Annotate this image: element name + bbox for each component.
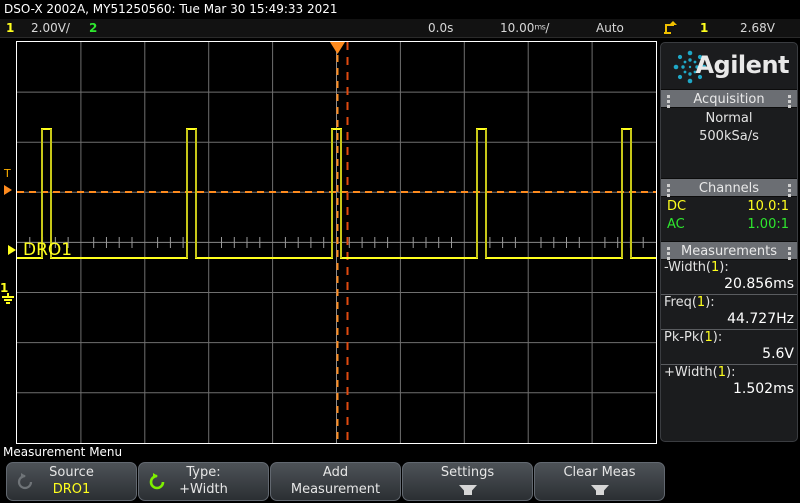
measurement-label-end: ): <box>719 260 729 275</box>
timebase-value: 10.00 <box>500 21 535 35</box>
waveform-label-dro1: DRO1 <box>23 240 72 260</box>
channel-1-ground-marker-icon[interactable] <box>8 245 16 255</box>
softkey-source[interactable]: Source DRO1 <box>6 462 137 501</box>
measurement-label-end: ): <box>726 365 736 380</box>
channels-section-body: DC 10.0:1 AC 1.00:1 <box>661 197 797 241</box>
channel-probe-row-ac[interactable]: AC 1.00:1 <box>665 217 793 235</box>
trigger-level-marker-icon[interactable] <box>4 185 12 195</box>
channel-1-scale[interactable]: 2.00V/ <box>31 21 70 35</box>
drag-grip-right-icon <box>788 184 791 197</box>
measurement-label-end: ): <box>705 295 715 310</box>
sidebar-panel: Agilent Acquisition Normal 500kSa/s Chan… <box>660 42 798 442</box>
channels-header-label: Channels <box>698 181 760 196</box>
down-arrow-icon <box>458 485 477 495</box>
acquisition-section-body: Normal 500kSa/s <box>661 108 797 178</box>
measurement-value: 20.856ms <box>724 276 794 292</box>
softkey-source-value: DRO1 <box>52 482 91 497</box>
measurement-label-end: ): <box>712 330 723 345</box>
left-marker-gutter: T 1 <box>0 41 16 444</box>
softkey-type[interactable]: Type: +Width <box>138 462 269 501</box>
measurement-value: 44.727Hz <box>727 311 794 327</box>
channel-probe-ratio-dc: 10.0:1 <box>747 199 789 214</box>
trigger-position-label: T <box>4 167 11 180</box>
softkey-source-label: Source <box>49 465 94 480</box>
measurement-label-start: -Width( <box>664 260 712 275</box>
drag-grip-left-icon <box>667 184 670 197</box>
acquisition-section-header[interactable]: Acquisition <box>661 89 797 108</box>
channel-coupling-dc: DC <box>667 199 687 214</box>
channel-coupling-ac: AC <box>667 217 685 232</box>
channel-2-indicator[interactable]: 2 <box>89 21 97 35</box>
measurement-row[interactable]: +Width(1): 1.502ms <box>661 364 797 399</box>
horizontal-timebase[interactable]: 10.00ms/ <box>500 21 549 35</box>
trigger-level[interactable]: 2.68V <box>740 21 775 35</box>
trigger-position-marker-icon <box>330 42 345 54</box>
sweep-mode[interactable]: Auto <box>596 21 624 35</box>
channel-probe-ratio-ac: 1.00:1 <box>747 217 789 232</box>
softkey-add-label-line2: Measurement <box>290 482 381 497</box>
measurement-row[interactable]: Pk-Pk(1): 5.6V <box>661 329 797 364</box>
rising-edge-icon <box>664 20 678 38</box>
measurement-row[interactable]: Freq(1): 44.727Hz <box>661 294 797 329</box>
softkey-add-label-line1: Add <box>322 465 349 480</box>
acquisition-mode: Normal <box>705 111 753 126</box>
measurements-list: -Width(1): 20.856ms Freq(1): 44.727Hz Pk… <box>661 260 797 399</box>
softkey-settings-label: Settings <box>440 465 495 480</box>
timebase-slash: / <box>545 21 550 35</box>
brand-name: Agilent <box>695 51 789 79</box>
menu-title: Measurement Menu <box>3 445 123 459</box>
drag-grip-left-icon <box>667 247 670 260</box>
softkey-clear-meas-label: Clear Meas <box>563 465 636 480</box>
softkey-type-label: Type: <box>186 465 221 480</box>
measurement-value: 1.502ms <box>732 381 794 397</box>
trigger-source[interactable]: 1 <box>700 21 708 35</box>
softkey-settings[interactable]: Settings <box>402 462 533 501</box>
measurements-header-label: Measurements <box>680 244 778 259</box>
measurement-source: 1 <box>704 330 713 345</box>
horizontal-delay[interactable]: 0.0s <box>428 21 453 35</box>
measurement-label-start: +Width( <box>664 365 718 380</box>
drag-grip-right-icon <box>788 95 791 108</box>
waveform-svg: DRO1 <box>17 42 656 443</box>
brand-logo: Agilent <box>661 43 797 89</box>
channel-1-indicator[interactable]: 1 <box>6 21 14 35</box>
measurement-row[interactable]: -Width(1): 20.856ms <box>661 260 797 294</box>
measurement-label: Freq(1): <box>664 295 794 311</box>
drag-grip-right-icon <box>788 247 791 260</box>
softkey-bar: Source DRO1 Type: +Width Add Measurement… <box>0 462 800 503</box>
softkey-clear-meas[interactable]: Clear Meas <box>534 462 665 501</box>
ground-symbol-icon <box>2 293 14 304</box>
measurement-label-start: Pk-Pk( <box>664 330 705 345</box>
measurement-label-start: Freq( <box>664 295 697 310</box>
softkey-type-value: +Width <box>179 482 228 497</box>
measurement-value: 5.6V <box>762 346 794 362</box>
acquisition-sample-rate: 500kSa/s <box>699 129 759 144</box>
acquisition-header-label: Acquisition <box>693 92 765 107</box>
header-status-bar: 1 2.00V/ 2 0.0s 10.00ms/ Auto 1 2.68V <box>0 19 800 38</box>
measurement-label: Pk-Pk(1): <box>664 330 794 346</box>
waveform-display[interactable]: DRO1 <box>16 41 657 444</box>
measurement-label: -Width(1): <box>664 260 794 276</box>
measurement-source: 1 <box>717 365 727 380</box>
down-arrow-icon <box>590 485 609 495</box>
measurement-source: 1 <box>696 295 706 310</box>
timebase-unit: ms <box>534 22 546 32</box>
channels-section-header[interactable]: Channels <box>661 178 797 197</box>
instrument-title: DSO-X 2002A, MY51250560: Tue Mar 30 15:4… <box>4 2 338 16</box>
channel-probe-row-dc[interactable]: DC 10.0:1 <box>665 199 793 217</box>
measurements-section-header[interactable]: Measurements <box>661 241 797 260</box>
drag-grip-left-icon <box>667 95 670 108</box>
measurement-label: +Width(1): <box>664 365 794 381</box>
softkey-add-measurement[interactable]: Add Measurement <box>270 462 401 501</box>
oscilloscope-screen: DSO-X 2002A, MY51250560: Tue Mar 30 15:4… <box>0 0 800 503</box>
